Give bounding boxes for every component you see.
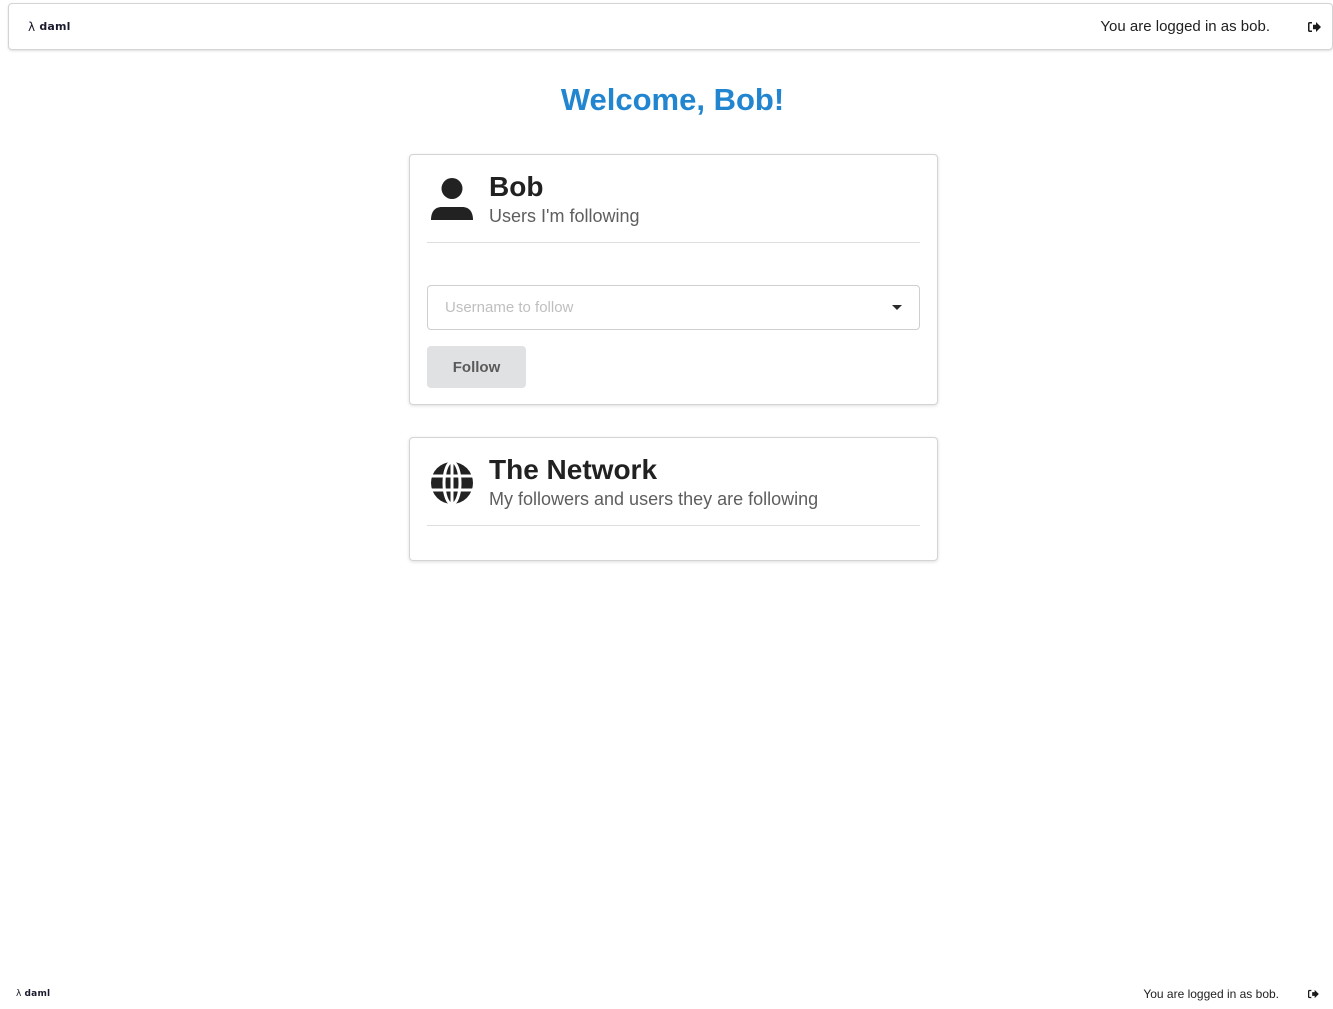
page: λ daml You are logged in as bob. Welcome… — [0, 0, 1333, 1009]
brand-name: daml — [24, 989, 51, 999]
user-card-header: Bob Users I'm following — [427, 155, 920, 243]
logged-in-text: You are logged in as bob. — [1100, 18, 1270, 35]
sign-out-icon[interactable] — [1306, 19, 1322, 35]
caret-down-icon — [892, 305, 902, 310]
globe-icon — [429, 459, 477, 507]
network-card-subtitle: My followers and users they are followin… — [489, 489, 819, 509]
lambda-logo-mark: λ — [16, 989, 22, 999]
user-icon — [429, 176, 477, 224]
sign-out-icon[interactable] — [1306, 988, 1319, 1001]
brand-name: daml — [39, 20, 71, 33]
network-card: The Network My followers and users they … — [409, 437, 938, 561]
lambda-logo-mark: λ — [28, 19, 36, 34]
welcome-heading: Welcome, Bob! — [560, 82, 785, 117]
username-to-follow-dropdown[interactable]: Username to follow — [427, 285, 920, 330]
user-card-subtitle: Users I'm following — [489, 206, 640, 226]
user-card-title: Bob — [489, 171, 544, 202]
dropdown-placeholder: Username to follow — [445, 299, 574, 316]
follow-button[interactable]: Follow — [427, 346, 526, 388]
network-card-header: The Network My followers and users they … — [427, 438, 920, 526]
daml-logo-footer[interactable]: λ daml — [16, 989, 50, 999]
network-card-title: The Network — [489, 454, 658, 485]
bottom-menu-bar: λ daml You are logged in as bob. — [0, 982, 1333, 1006]
user-card: Bob Users I'm following Username to foll… — [409, 154, 938, 405]
logged-in-text-footer: You are logged in as bob. — [1143, 987, 1279, 1001]
top-menu-bar: λ daml You are logged in as bob. — [8, 3, 1333, 50]
daml-logo[interactable]: λ daml — [28, 20, 71, 34]
